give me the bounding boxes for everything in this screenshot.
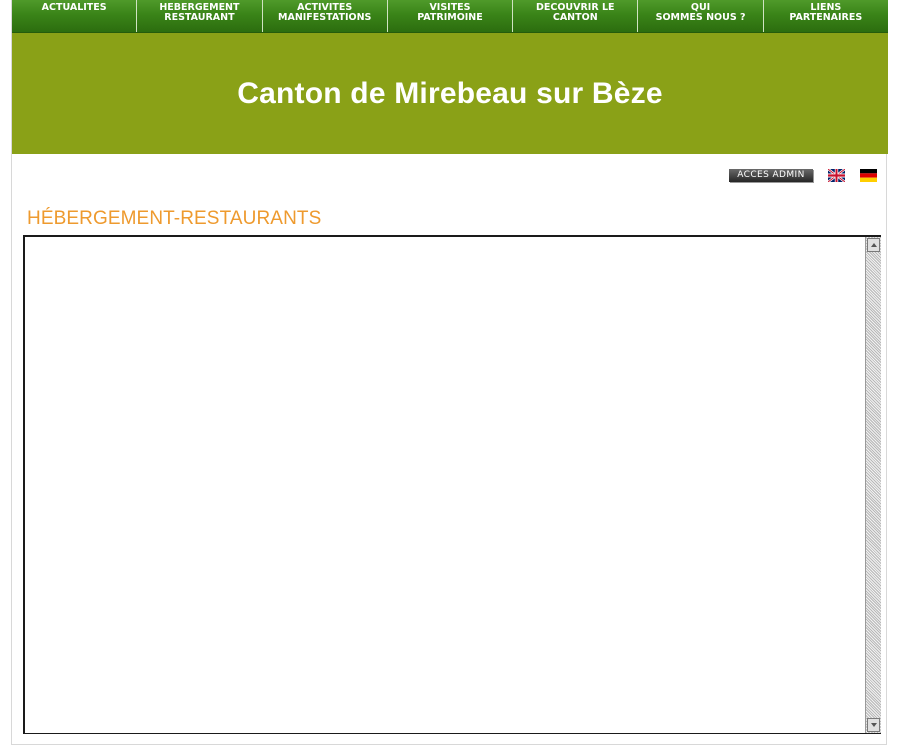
nav-item-label: SOMMES NOUS ? xyxy=(655,12,746,23)
page-container: ACTUALITES HEBERGEMENT RESTAURANT ACTIVI… xyxy=(11,0,888,745)
content-iframe[interactable] xyxy=(23,235,881,734)
nav-item-actualites[interactable]: ACTUALITES xyxy=(12,0,136,32)
scroll-up-arrow-icon[interactable] xyxy=(867,238,880,252)
nav-item-label: MANIFESTATIONS xyxy=(278,12,372,23)
admin-access-button[interactable]: ACCES ADMIN xyxy=(729,169,813,182)
scroll-down-arrow-icon[interactable] xyxy=(867,718,880,732)
nav-item-qui-sommes-nous[interactable]: QUI SOMMES NOUS ? xyxy=(637,0,762,32)
top-navigation: ACTUALITES HEBERGEMENT RESTAURANT ACTIVI… xyxy=(12,0,888,33)
nav-item-label: CANTON xyxy=(552,12,598,23)
section-title: HÉBERGEMENT-RESTAURANTS xyxy=(27,208,322,229)
nav-item-activites-manifestations[interactable]: ACTIVITES MANIFESTATIONS xyxy=(261,0,387,32)
nav-item-label: PARTENAIRES xyxy=(789,12,863,23)
nav-item-liens-partenaires[interactable]: LIENS PARTENAIRES xyxy=(762,0,888,32)
nav-item-hebergement-restaurant[interactable]: HEBERGEMENT RESTAURANT xyxy=(136,0,261,32)
vertical-scrollbar[interactable] xyxy=(865,237,881,733)
header-banner: Canton de Mirebeau sur Bèze xyxy=(12,33,888,154)
nav-item-label: RESTAURANT xyxy=(164,12,235,23)
site-title: Canton de Mirebeau sur Bèze xyxy=(237,76,663,110)
nav-item-label: ACTUALITES xyxy=(41,2,107,13)
united-kingdom-flag-icon[interactable] xyxy=(828,169,845,182)
nav-item-visites-patrimoine[interactable]: VISITES PATRIMOINE xyxy=(386,0,512,32)
germany-flag-icon[interactable] xyxy=(860,169,877,182)
nav-item-decouvrir-le-canton[interactable]: DECOUVRIR LE CANTON xyxy=(512,0,637,32)
nav-item-label: PATRIMOINE xyxy=(417,12,483,23)
